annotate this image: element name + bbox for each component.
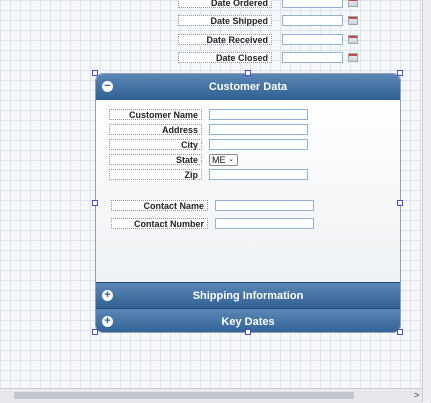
resize-handle[interactable] <box>92 200 98 206</box>
address-field[interactable] <box>209 124 308 135</box>
customer-name-field[interactable] <box>209 109 308 120</box>
scroll-right-arrow[interactable]: > <box>414 390 419 400</box>
shipping-information-title: Shipping Information <box>192 290 304 302</box>
accordion-panel: − Customer Data Customer Name Address Ci… <box>95 73 401 333</box>
date-closed-field[interactable] <box>282 52 343 63</box>
resize-handle[interactable] <box>245 329 251 335</box>
resize-handle[interactable] <box>92 329 98 335</box>
horizontal-scrollbar[interactable]: > <box>0 388 422 403</box>
state-select[interactable]: ME ⌄ <box>209 154 238 166</box>
resize-handle[interactable] <box>397 70 403 76</box>
customer-name-label: Customer Name <box>109 109 202 120</box>
contact-name-label: Contact Name <box>111 200 208 211</box>
date-received-field[interactable] <box>282 34 343 45</box>
resize-handle[interactable] <box>245 70 251 76</box>
resize-handle[interactable] <box>397 200 403 206</box>
state-label: State <box>109 154 202 165</box>
minus-icon[interactable]: − <box>102 81 113 92</box>
calendar-icon[interactable] <box>348 35 358 44</box>
date-received-label: Date Received <box>178 34 272 45</box>
date-ordered-label: Date Ordered <box>178 0 272 8</box>
calendar-icon[interactable] <box>348 0 358 7</box>
plus-icon[interactable]: + <box>102 316 113 327</box>
shipping-information-header[interactable]: + Shipping Information <box>96 282 400 309</box>
address-label: Address <box>109 124 202 135</box>
plus-icon[interactable]: + <box>102 290 113 301</box>
zip-label: Zip <box>109 169 202 180</box>
city-field[interactable] <box>209 139 308 150</box>
date-shipped-label: Date Shipped <box>178 15 272 26</box>
vertical-scrollbar[interactable] <box>422 0 431 402</box>
date-closed-label: Date Closed <box>178 52 272 63</box>
state-select-value: ME <box>212 155 226 165</box>
customer-data-header[interactable]: − Customer Data <box>96 74 400 100</box>
city-label: City <box>109 139 202 150</box>
date-ordered-field[interactable] <box>282 0 343 8</box>
scrollbar-thumb[interactable] <box>14 392 354 399</box>
resize-handle[interactable] <box>397 329 403 335</box>
contact-name-field[interactable] <box>215 200 314 211</box>
zip-field[interactable] <box>209 169 308 180</box>
contact-number-label: Contact Number <box>111 218 208 229</box>
calendar-icon[interactable] <box>348 53 358 62</box>
customer-data-title: Customer Data <box>208 81 288 93</box>
calendar-icon[interactable] <box>348 16 358 25</box>
key-dates-title: Key Dates <box>221 316 275 328</box>
date-shipped-field[interactable] <box>282 15 343 26</box>
customer-data-body: Customer Name Address City State ME ⌄ Zi… <box>96 100 400 282</box>
contact-number-field[interactable] <box>215 218 314 229</box>
chevron-down-icon: ⌄ <box>228 156 234 163</box>
resize-handle[interactable] <box>92 70 98 76</box>
